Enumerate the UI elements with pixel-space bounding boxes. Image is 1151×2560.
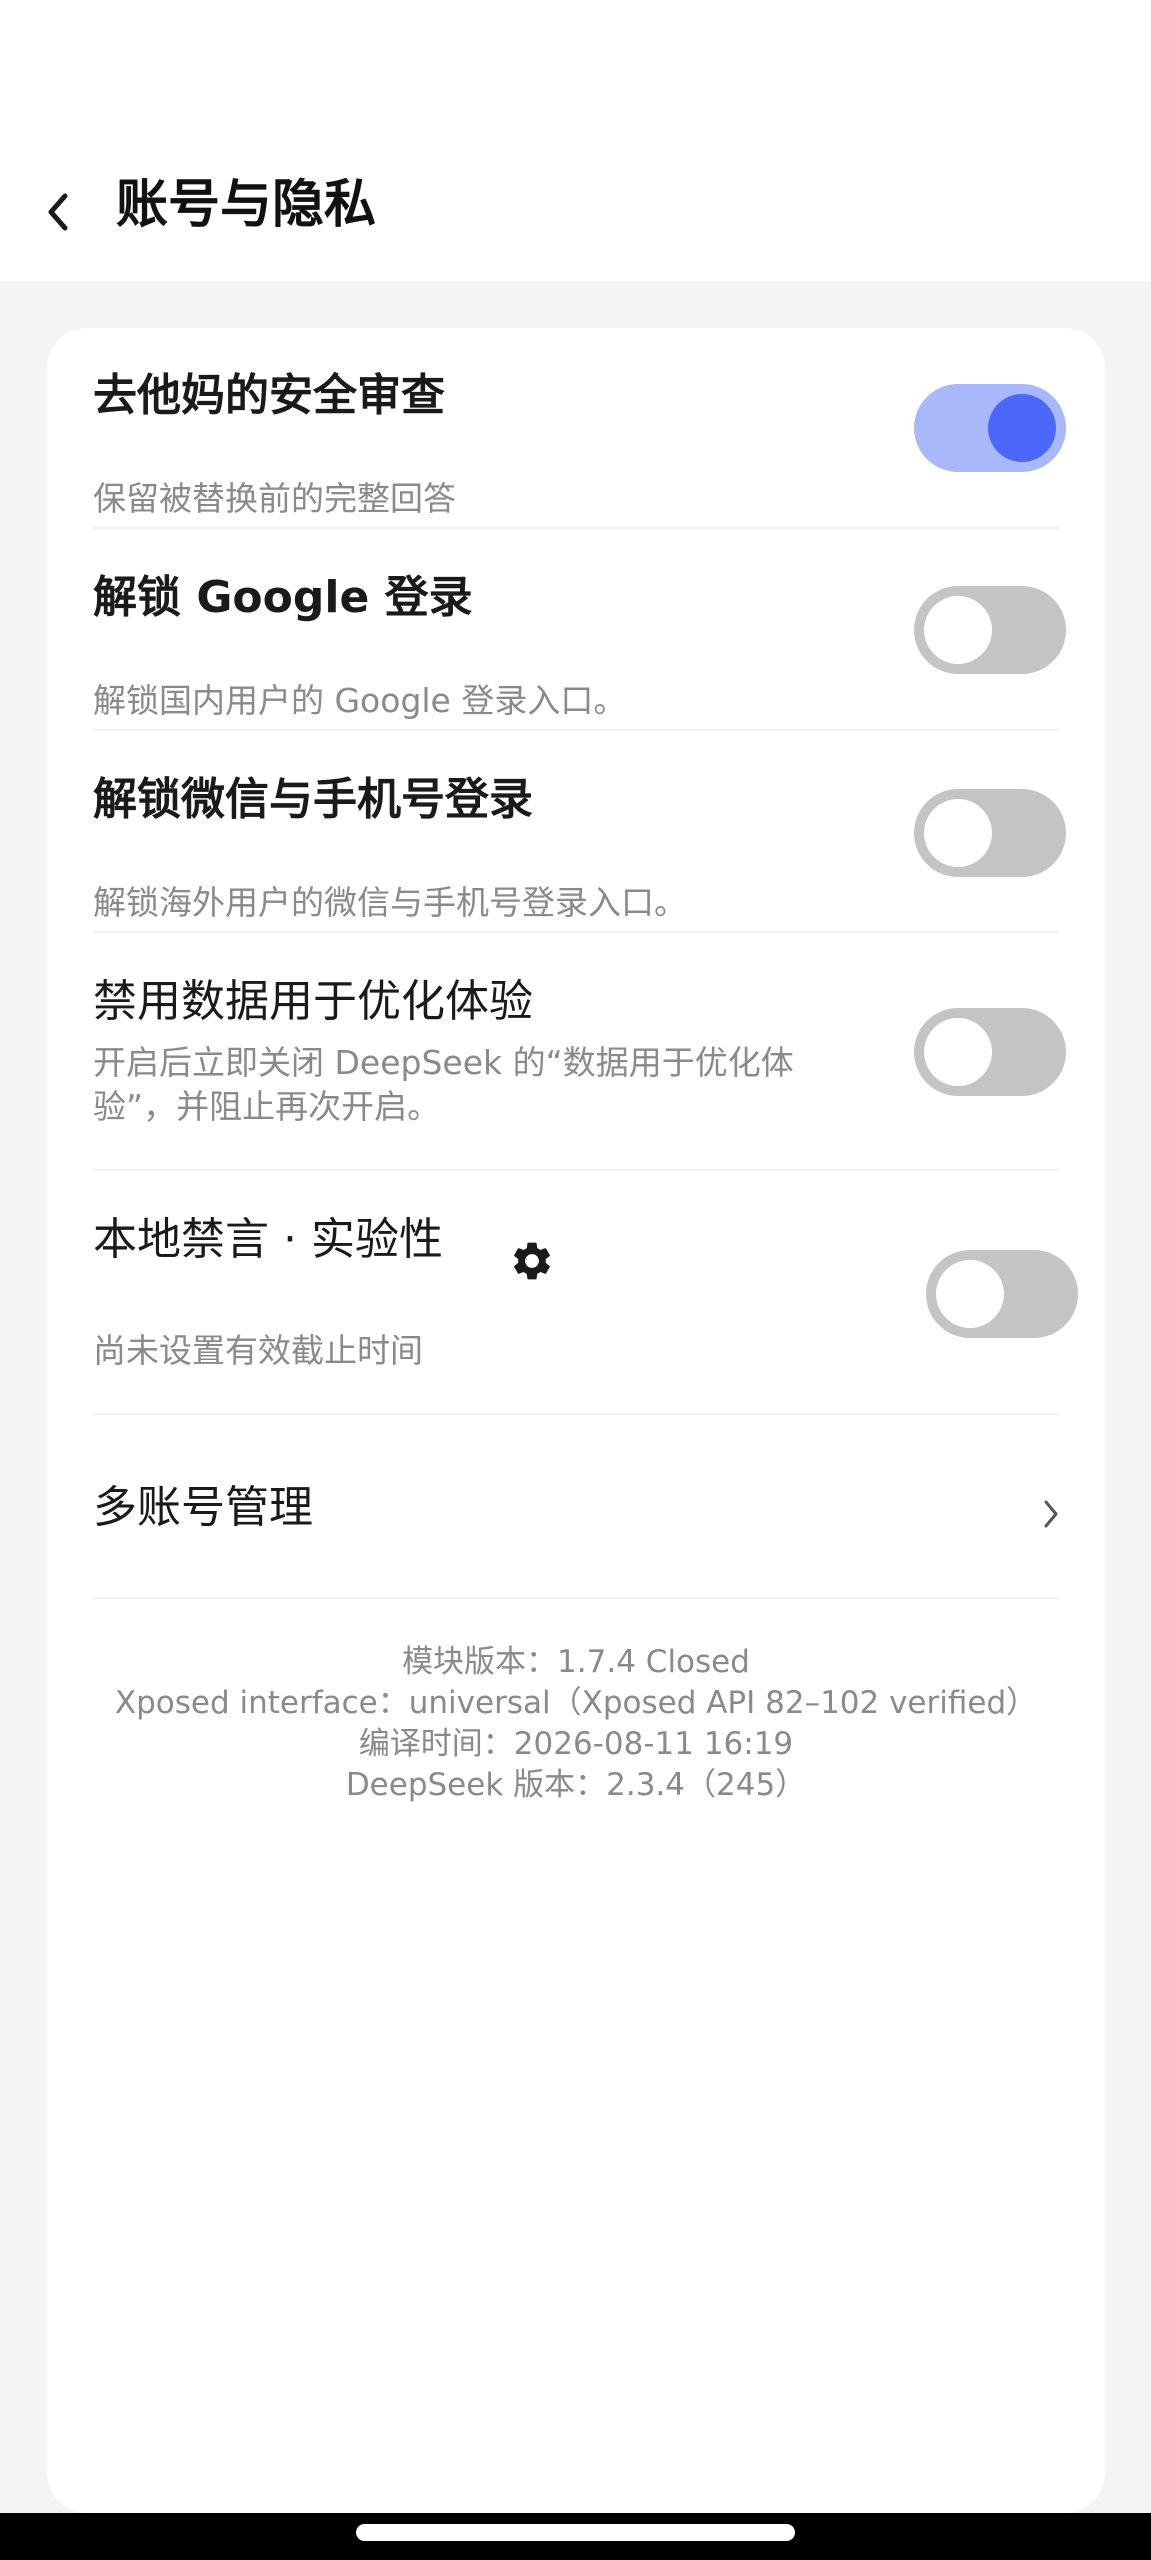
setting-title: 去他妈的安全审查 — [93, 370, 445, 421]
build-time: 编译时间：2026-08-11 16:19 — [358, 1726, 794, 1762]
setting-row-google-login[interactable]: 解锁 Google 登录 解锁国内用户的 Google 登录入口。 — [93, 568, 1059, 728]
divider — [93, 527, 1059, 529]
setting-row-local-mute[interactable]: 本地禁言 · 实验性 尚未设置有效截止时间 — [93, 1210, 1059, 1410]
toggle-knob — [924, 799, 992, 867]
setting-title: 解锁微信与手机号登录 — [93, 774, 533, 825]
divider — [93, 1169, 1059, 1171]
toggle-knob — [988, 394, 1056, 462]
toggle-knob — [936, 1260, 1004, 1328]
setting-title: 禁用数据用于优化体验 — [93, 976, 533, 1027]
app-header: 账号与隐私 — [0, 0, 1151, 281]
deepseek-version: DeepSeek 版本：2.3.4（245） — [345, 1767, 807, 1803]
setting-row-disable-data[interactable]: 禁用数据用于优化体验 开启后立即关闭 DeepSeek 的“数据用于优化体 验”… — [93, 972, 1059, 1172]
divider — [93, 1597, 1059, 1599]
setting-subtitle: 尚未设置有效截止时间 — [93, 1331, 423, 1370]
settings-page: 账号与隐私 去他妈的安全审查 保留被替换前的完整回答 解锁 Google 登录 … — [0, 0, 1151, 2560]
back-button[interactable] — [38, 185, 78, 239]
divider — [93, 931, 1059, 933]
module-version: 模块版本：1.7.4 Closed — [402, 1644, 750, 1680]
setting-title: 本地禁言 · 实验性 — [93, 1214, 443, 1265]
page-title: 账号与隐私 — [116, 175, 377, 235]
toggle-knob — [924, 596, 992, 664]
settings-card: 去他妈的安全审查 保留被替换前的完整回答 解锁 Google 登录 解锁国内用户… — [47, 328, 1105, 2513]
home-indicator[interactable] — [356, 2524, 795, 2541]
divider — [93, 1413, 1059, 1415]
setting-title: 解锁 Google 登录 — [93, 572, 473, 623]
wechat-login-toggle[interactable] — [914, 789, 1066, 877]
safety-review-toggle[interactable] — [914, 384, 1066, 472]
xposed-interface: Xposed interface：universal（Xposed API 82… — [114, 1685, 1038, 1721]
setting-subtitle-line2: 验”，并阻止再次开启。 — [93, 1087, 441, 1126]
gear-icon[interactable] — [509, 1238, 555, 1284]
divider — [93, 729, 1059, 731]
multi-account-row[interactable]: 多账号管理 — [93, 1448, 1059, 1568]
setting-subtitle: 解锁海外用户的微信与手机号登录入口。 — [93, 883, 687, 922]
toggle-knob — [924, 1018, 992, 1086]
setting-subtitle: 解锁国内用户的 Google 登录入口。 — [93, 681, 627, 720]
local-mute-toggle[interactable] — [926, 1250, 1078, 1338]
setting-subtitle: 保留被替换前的完整回答 — [93, 479, 456, 518]
google-login-toggle[interactable] — [914, 586, 1066, 674]
chevron-right-icon — [1044, 1500, 1058, 1528]
disable-data-toggle[interactable] — [914, 1008, 1066, 1096]
setting-row-wechat-login[interactable]: 解锁微信与手机号登录 解锁海外用户的微信与手机号登录入口。 — [93, 770, 1059, 930]
chevron-left-icon — [48, 193, 68, 231]
multi-account-label: 多账号管理 — [93, 1482, 313, 1533]
setting-row-safety-review[interactable]: 去他妈的安全审查 保留被替换前的完整回答 — [93, 366, 1059, 526]
setting-subtitle-line1: 开启后立即关闭 DeepSeek 的“数据用于优化体 — [93, 1043, 794, 1082]
